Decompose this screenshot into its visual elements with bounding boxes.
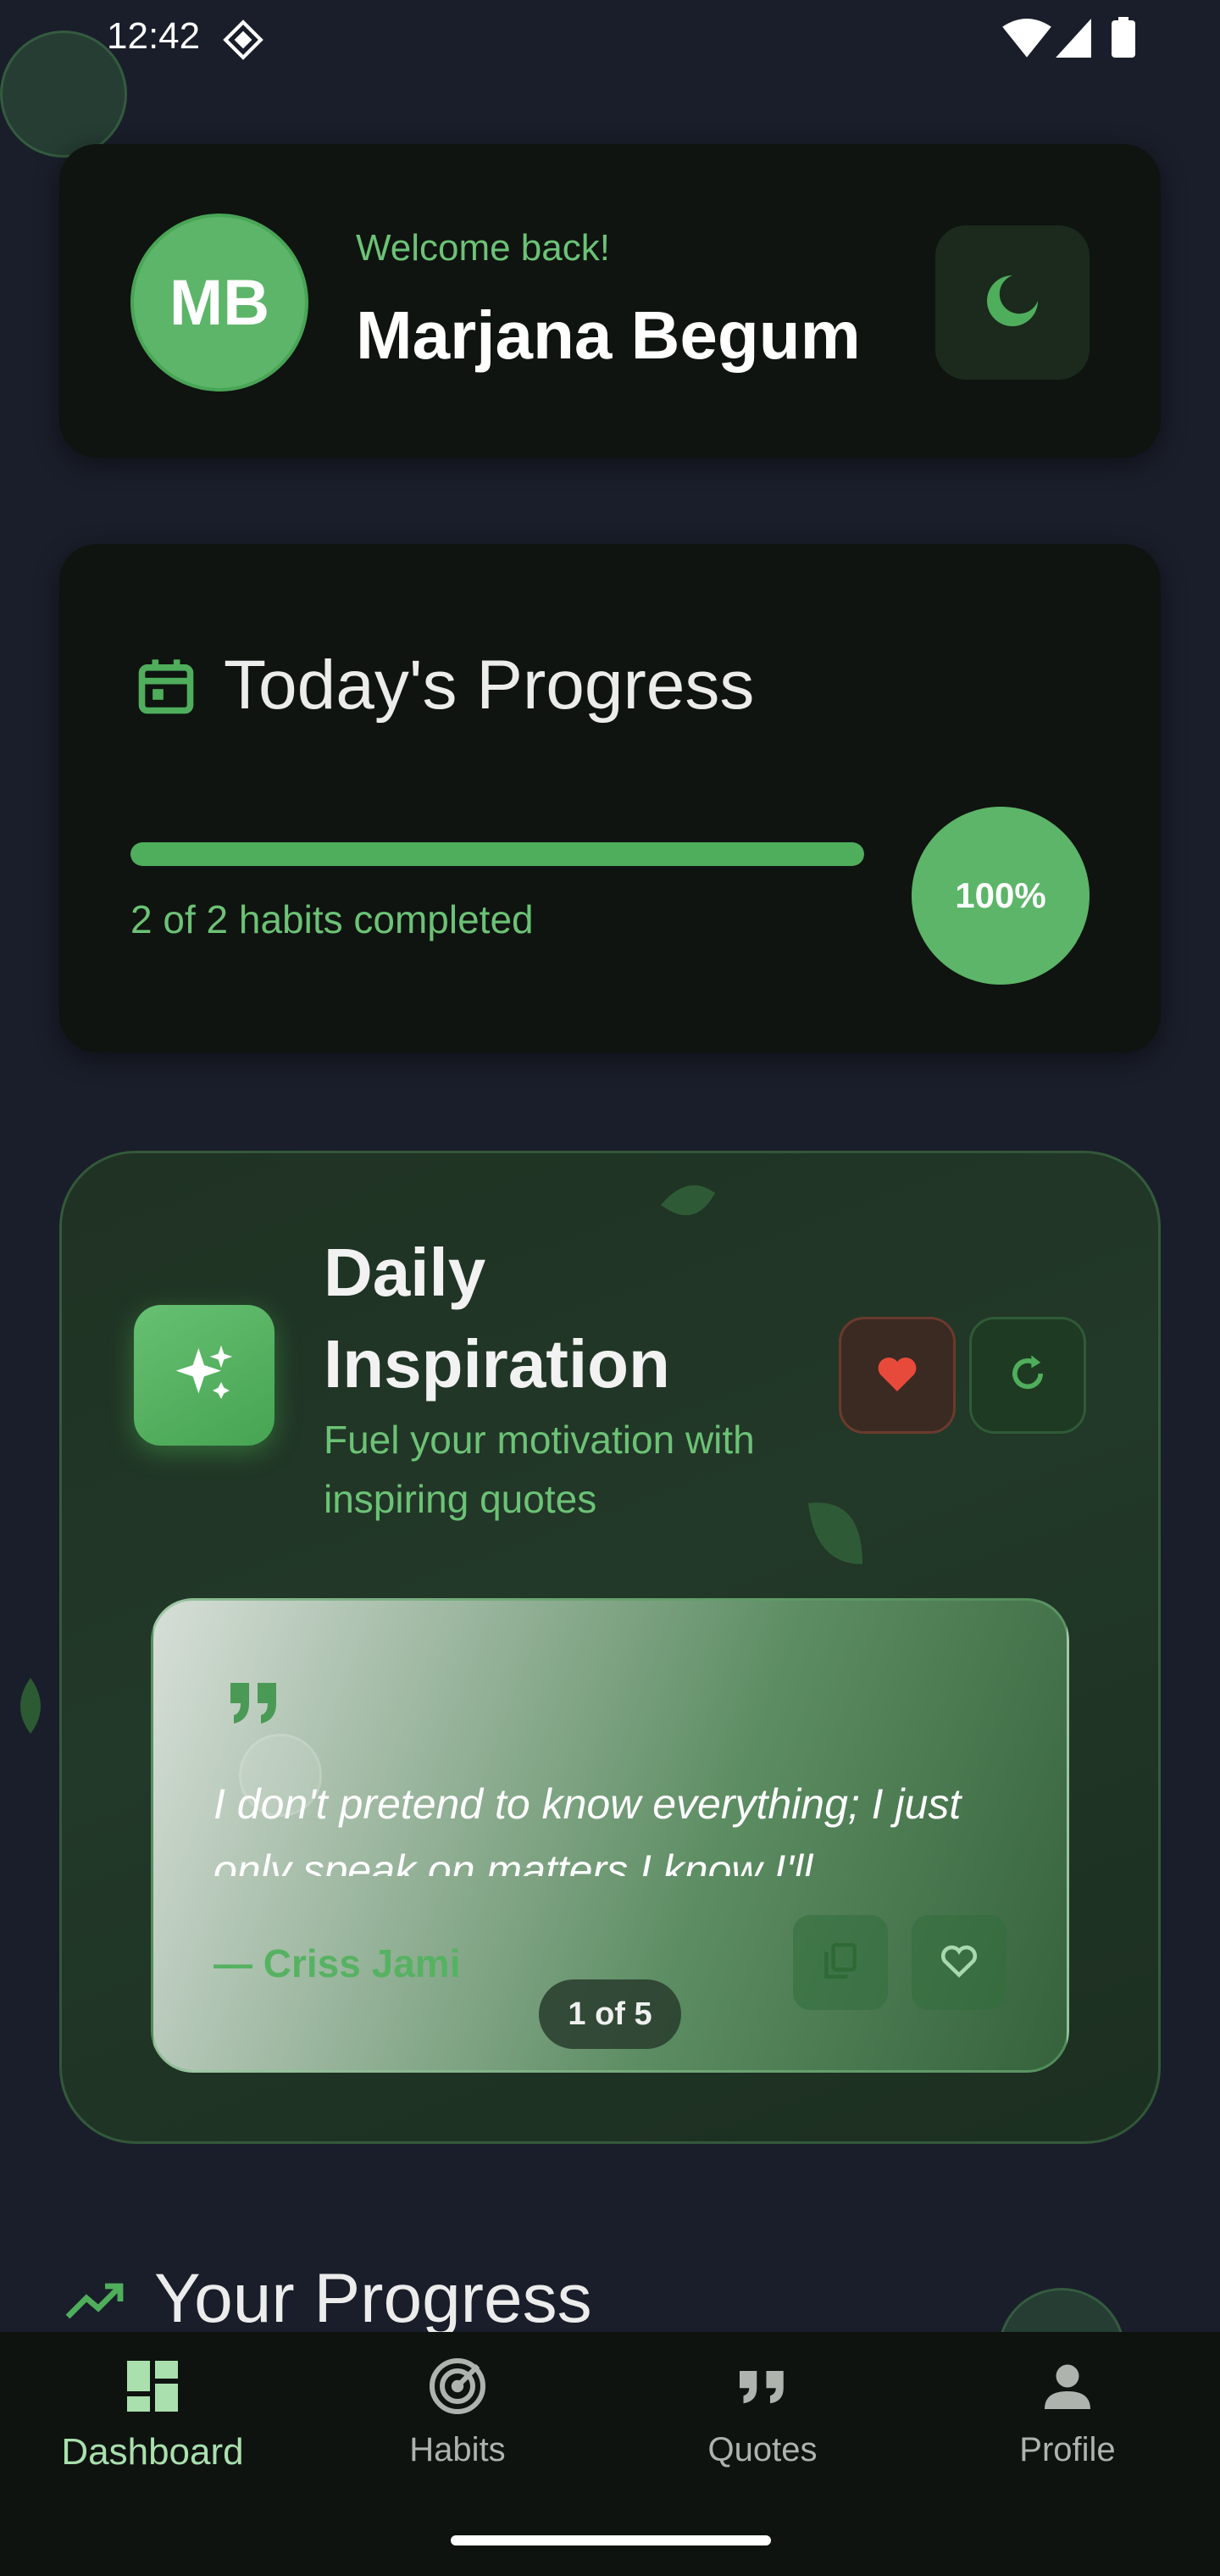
home-indicator[interactable] <box>451 2535 771 2545</box>
moon-icon <box>979 267 1046 339</box>
nav-item-profile[interactable]: Profile <box>940 2356 1195 2508</box>
signal-icon <box>1056 19 1091 62</box>
status-time: 12:42 <box>107 15 201 57</box>
trending-up-icon <box>64 2279 125 2324</box>
quote-mark-icon <box>227 1683 281 1728</box>
battery-icon <box>1112 17 1135 62</box>
todays-progress-title: Today's Progress <box>224 647 755 724</box>
nav-item-dashboard[interactable]: Dashboard <box>25 2356 280 2508</box>
quote-text: I don't pretend to know everything; I ju… <box>214 1780 962 1876</box>
avatar[interactable]: MB <box>130 214 308 391</box>
copy-quote-button[interactable] <box>793 1915 888 2010</box>
quote-page-indicator: 1 of 5 <box>539 1979 681 2049</box>
leaf-decoration-icon <box>657 1183 718 1231</box>
sparkle-badge <box>134 1305 274 1446</box>
habits-completed-text: 2 of 2 habits completed <box>130 897 534 941</box>
target-icon <box>427 2356 488 2421</box>
your-progress-title: Your Progress <box>154 2260 592 2337</box>
progress-bar <box>130 842 864 866</box>
like-quote-button[interactable] <box>912 1915 1006 2010</box>
daily-inspiration-title: Daily Inspiration <box>324 1235 670 1402</box>
nav-label-dashboard: Dashboard <box>61 2431 244 2473</box>
theme-toggle-button[interactable] <box>935 225 1090 380</box>
quote-icon <box>732 2356 793 2421</box>
heart-filled-icon <box>873 1350 921 1402</box>
nav-label-habits: Habits <box>409 2431 506 2468</box>
wifi-icon <box>1001 19 1052 64</box>
decorative-bubble <box>0 31 127 158</box>
notification-diamond-icon <box>222 19 264 65</box>
person-icon <box>1037 2356 1098 2421</box>
nav-item-habits[interactable]: Habits <box>330 2356 585 2508</box>
calendar-icon <box>134 654 198 723</box>
nav-label-profile: Profile <box>1019 2431 1116 2468</box>
progress-bar-fill <box>130 842 864 866</box>
sparkle-icon <box>170 1340 238 1412</box>
heart-outline-icon <box>938 1940 980 1986</box>
daily-inspiration-subtitle: Fuel your motivation with inspiring quot… <box>324 1418 755 1521</box>
copy-icon <box>819 1940 862 1986</box>
favorites-button[interactable] <box>839 1317 956 1434</box>
welcome-text: Welcome back! <box>356 227 610 269</box>
user-name: Marjana Begum <box>356 297 861 373</box>
nav-item-quotes[interactable]: Quotes <box>635 2356 890 2508</box>
progress-percent-badge: 100% <box>912 807 1090 985</box>
quote-author: — Criss Jami <box>214 1941 461 1985</box>
leaf-decoration-icon <box>10 1676 53 1740</box>
nav-label-quotes: Quotes <box>707 2431 818 2468</box>
refresh-icon <box>1006 1352 1050 1400</box>
dashboard-icon <box>122 2356 183 2421</box>
refresh-quote-button[interactable] <box>969 1317 1086 1434</box>
